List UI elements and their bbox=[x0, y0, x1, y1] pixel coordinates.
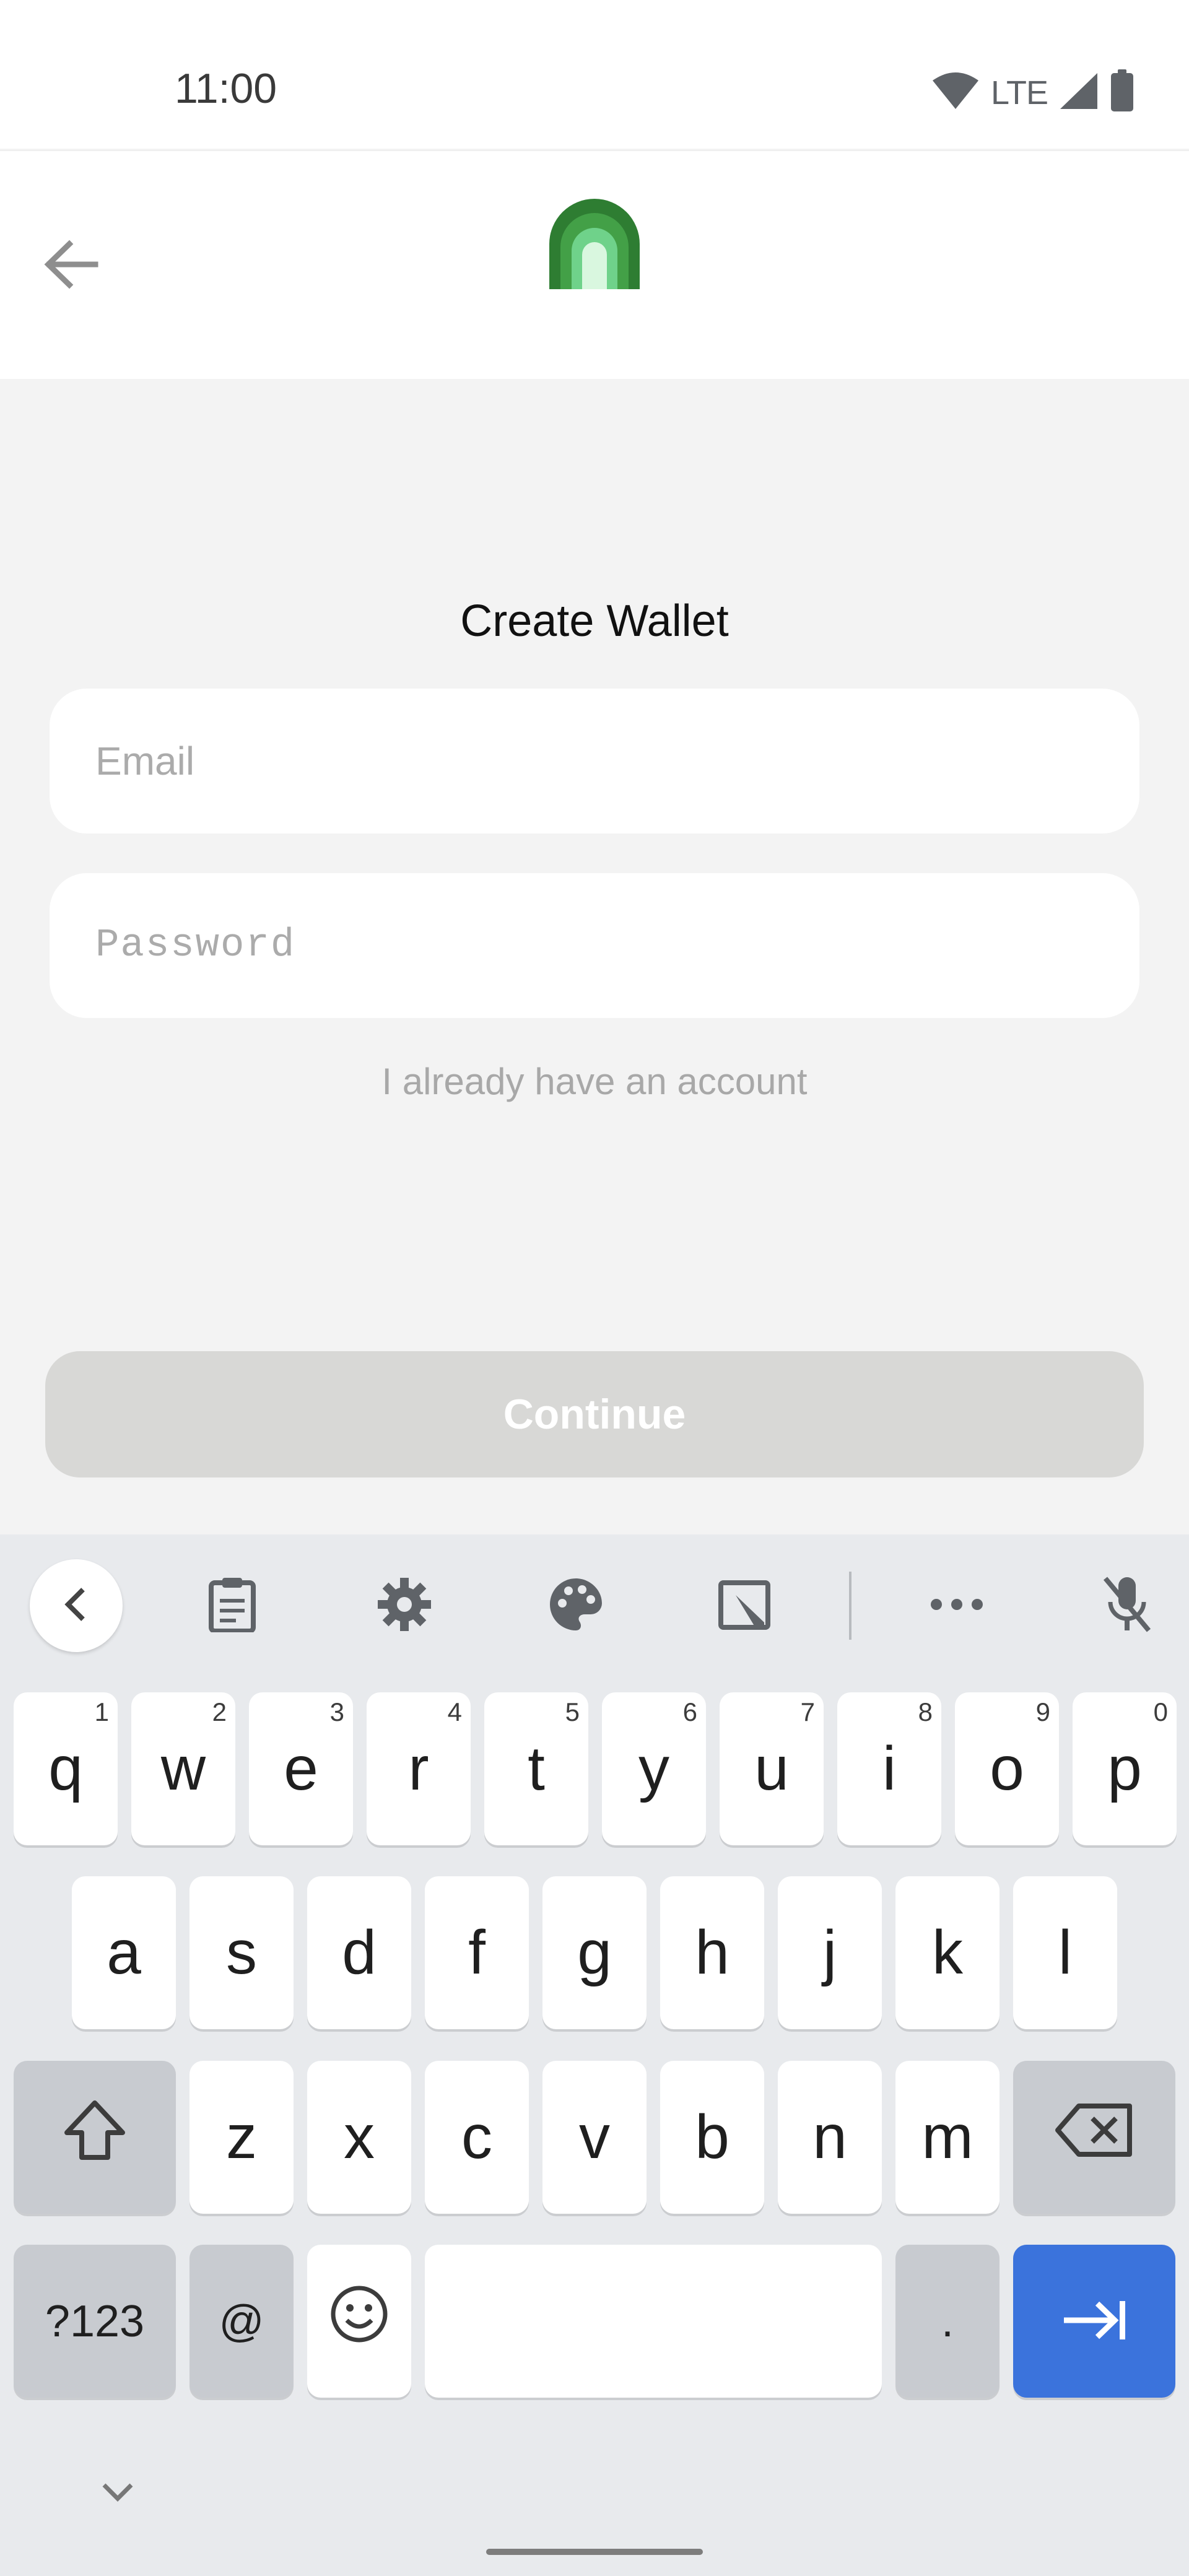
key-label: q bbox=[48, 1734, 83, 1803]
wifi-icon bbox=[931, 72, 980, 113]
shift-icon bbox=[61, 2099, 129, 2176]
key-j[interactable]: j bbox=[778, 1876, 882, 2029]
key-hint: 1 bbox=[94, 1697, 109, 1726]
tab-next-icon bbox=[1060, 2286, 1128, 2357]
key-label: e bbox=[284, 1734, 318, 1803]
key-l[interactable]: l bbox=[1013, 1876, 1117, 2029]
key-label: o bbox=[990, 1734, 1024, 1803]
period-key[interactable]: . bbox=[895, 2245, 1000, 2398]
status-bar: 11:00 LTE bbox=[0, 0, 1189, 149]
mic-off-icon bbox=[1099, 1573, 1155, 1638]
key-w[interactable]: w2 bbox=[131, 1692, 235, 1845]
chevron-left-icon bbox=[61, 1586, 92, 1626]
edit-icon bbox=[717, 1577, 773, 1635]
key-f[interactable]: f bbox=[425, 1876, 529, 2029]
chevron-down-icon bbox=[100, 2481, 135, 2505]
app-logo bbox=[548, 198, 641, 290]
key-c[interactable]: c bbox=[425, 2061, 529, 2214]
password-field[interactable] bbox=[50, 873, 1139, 1018]
key-d[interactable]: d bbox=[307, 1876, 411, 2029]
key-t[interactable]: t5 bbox=[484, 1692, 588, 1845]
key-label: w bbox=[160, 1734, 206, 1803]
toolbar-collapse-button[interactable] bbox=[30, 1559, 123, 1652]
page-title: Create Wallet bbox=[460, 596, 729, 646]
network-type: LTE bbox=[990, 74, 1048, 111]
key-label: r bbox=[408, 1734, 429, 1803]
key-v[interactable]: v bbox=[542, 2061, 647, 2214]
key-h[interactable]: h bbox=[660, 1876, 764, 2029]
key-o[interactable]: o9 bbox=[955, 1692, 1059, 1845]
more-button[interactable] bbox=[910, 1559, 1003, 1652]
backspace-key[interactable] bbox=[1013, 2061, 1175, 2214]
key-p[interactable]: p0 bbox=[1073, 1692, 1177, 1845]
key-i[interactable]: i8 bbox=[837, 1692, 941, 1845]
back-button[interactable] bbox=[37, 232, 105, 300]
clipboard-icon bbox=[207, 1577, 257, 1635]
key-a[interactable]: a bbox=[72, 1876, 176, 2029]
palette-icon bbox=[547, 1576, 604, 1636]
key-q[interactable]: q1 bbox=[14, 1692, 118, 1845]
hide-keyboard-button[interactable] bbox=[93, 2474, 142, 2512]
gear-icon bbox=[377, 1577, 432, 1635]
key-u[interactable]: u7 bbox=[720, 1692, 824, 1845]
key-hint: 5 bbox=[565, 1697, 580, 1726]
key-label: i bbox=[882, 1734, 897, 1803]
soft-keyboard: q1 w2 e3 r4 t5 y6 u7 i8 o9 p0 a s d f g … bbox=[0, 1534, 1189, 2576]
at-key[interactable]: @ bbox=[189, 2245, 294, 2398]
continue-button[interactable]: Continue bbox=[45, 1351, 1144, 1477]
home-gesture-bar[interactable] bbox=[486, 2549, 703, 2555]
status-time: 11:00 bbox=[175, 65, 277, 112]
key-z[interactable]: z bbox=[189, 2061, 294, 2214]
key-e[interactable]: e3 bbox=[249, 1692, 353, 1845]
key-y[interactable]: y6 bbox=[602, 1692, 706, 1845]
arrow-left-icon bbox=[42, 235, 100, 297]
status-icons: LTE bbox=[931, 69, 1135, 116]
next-key[interactable] bbox=[1013, 2245, 1175, 2398]
cell-signal-icon bbox=[1059, 72, 1099, 113]
existing-account-link[interactable]: I already have an account bbox=[0, 1060, 1189, 1103]
key-hint: 3 bbox=[329, 1697, 344, 1726]
key-n[interactable]: n bbox=[778, 2061, 882, 2214]
key-label: t bbox=[528, 1734, 545, 1803]
key-hint: 6 bbox=[682, 1697, 697, 1726]
key-g[interactable]: g bbox=[542, 1876, 647, 2029]
email-field[interactable] bbox=[50, 689, 1139, 833]
voice-input-button[interactable] bbox=[1081, 1559, 1174, 1652]
key-m[interactable]: m bbox=[895, 2061, 1000, 2214]
backspace-icon bbox=[1054, 2102, 1135, 2173]
theme-button[interactable] bbox=[529, 1559, 622, 1652]
key-b[interactable]: b bbox=[660, 2061, 764, 2214]
key-r[interactable]: r4 bbox=[367, 1692, 471, 1845]
emoji-icon bbox=[329, 2284, 389, 2359]
key-label: u bbox=[754, 1734, 789, 1803]
emoji-key[interactable] bbox=[307, 2245, 411, 2398]
toolbar-divider bbox=[849, 1572, 851, 1640]
more-icon bbox=[929, 1597, 985, 1615]
key-hint: 9 bbox=[1035, 1697, 1050, 1726]
key-hint: 8 bbox=[918, 1697, 933, 1726]
settings-button[interactable] bbox=[358, 1559, 451, 1652]
key-x[interactable]: x bbox=[307, 2061, 411, 2214]
key-label: p bbox=[1107, 1734, 1142, 1803]
key-hint: 2 bbox=[212, 1697, 227, 1726]
handwriting-button[interactable] bbox=[699, 1559, 791, 1652]
key-s[interactable]: s bbox=[189, 1876, 294, 2029]
clipboard-button[interactable] bbox=[186, 1559, 279, 1652]
app-header bbox=[0, 150, 1189, 379]
key-k[interactable]: k bbox=[895, 1876, 1000, 2029]
key-hint: 4 bbox=[447, 1697, 462, 1726]
key-hint: 0 bbox=[1153, 1697, 1168, 1726]
battery-icon bbox=[1110, 69, 1135, 116]
shift-key[interactable] bbox=[14, 2061, 176, 2214]
keyboard-toolbar bbox=[0, 1534, 1189, 1677]
key-hint: 7 bbox=[800, 1697, 815, 1726]
symbols-key[interactable]: ?123 bbox=[14, 2245, 176, 2398]
space-key[interactable] bbox=[425, 2245, 882, 2398]
key-label: y bbox=[638, 1734, 669, 1803]
